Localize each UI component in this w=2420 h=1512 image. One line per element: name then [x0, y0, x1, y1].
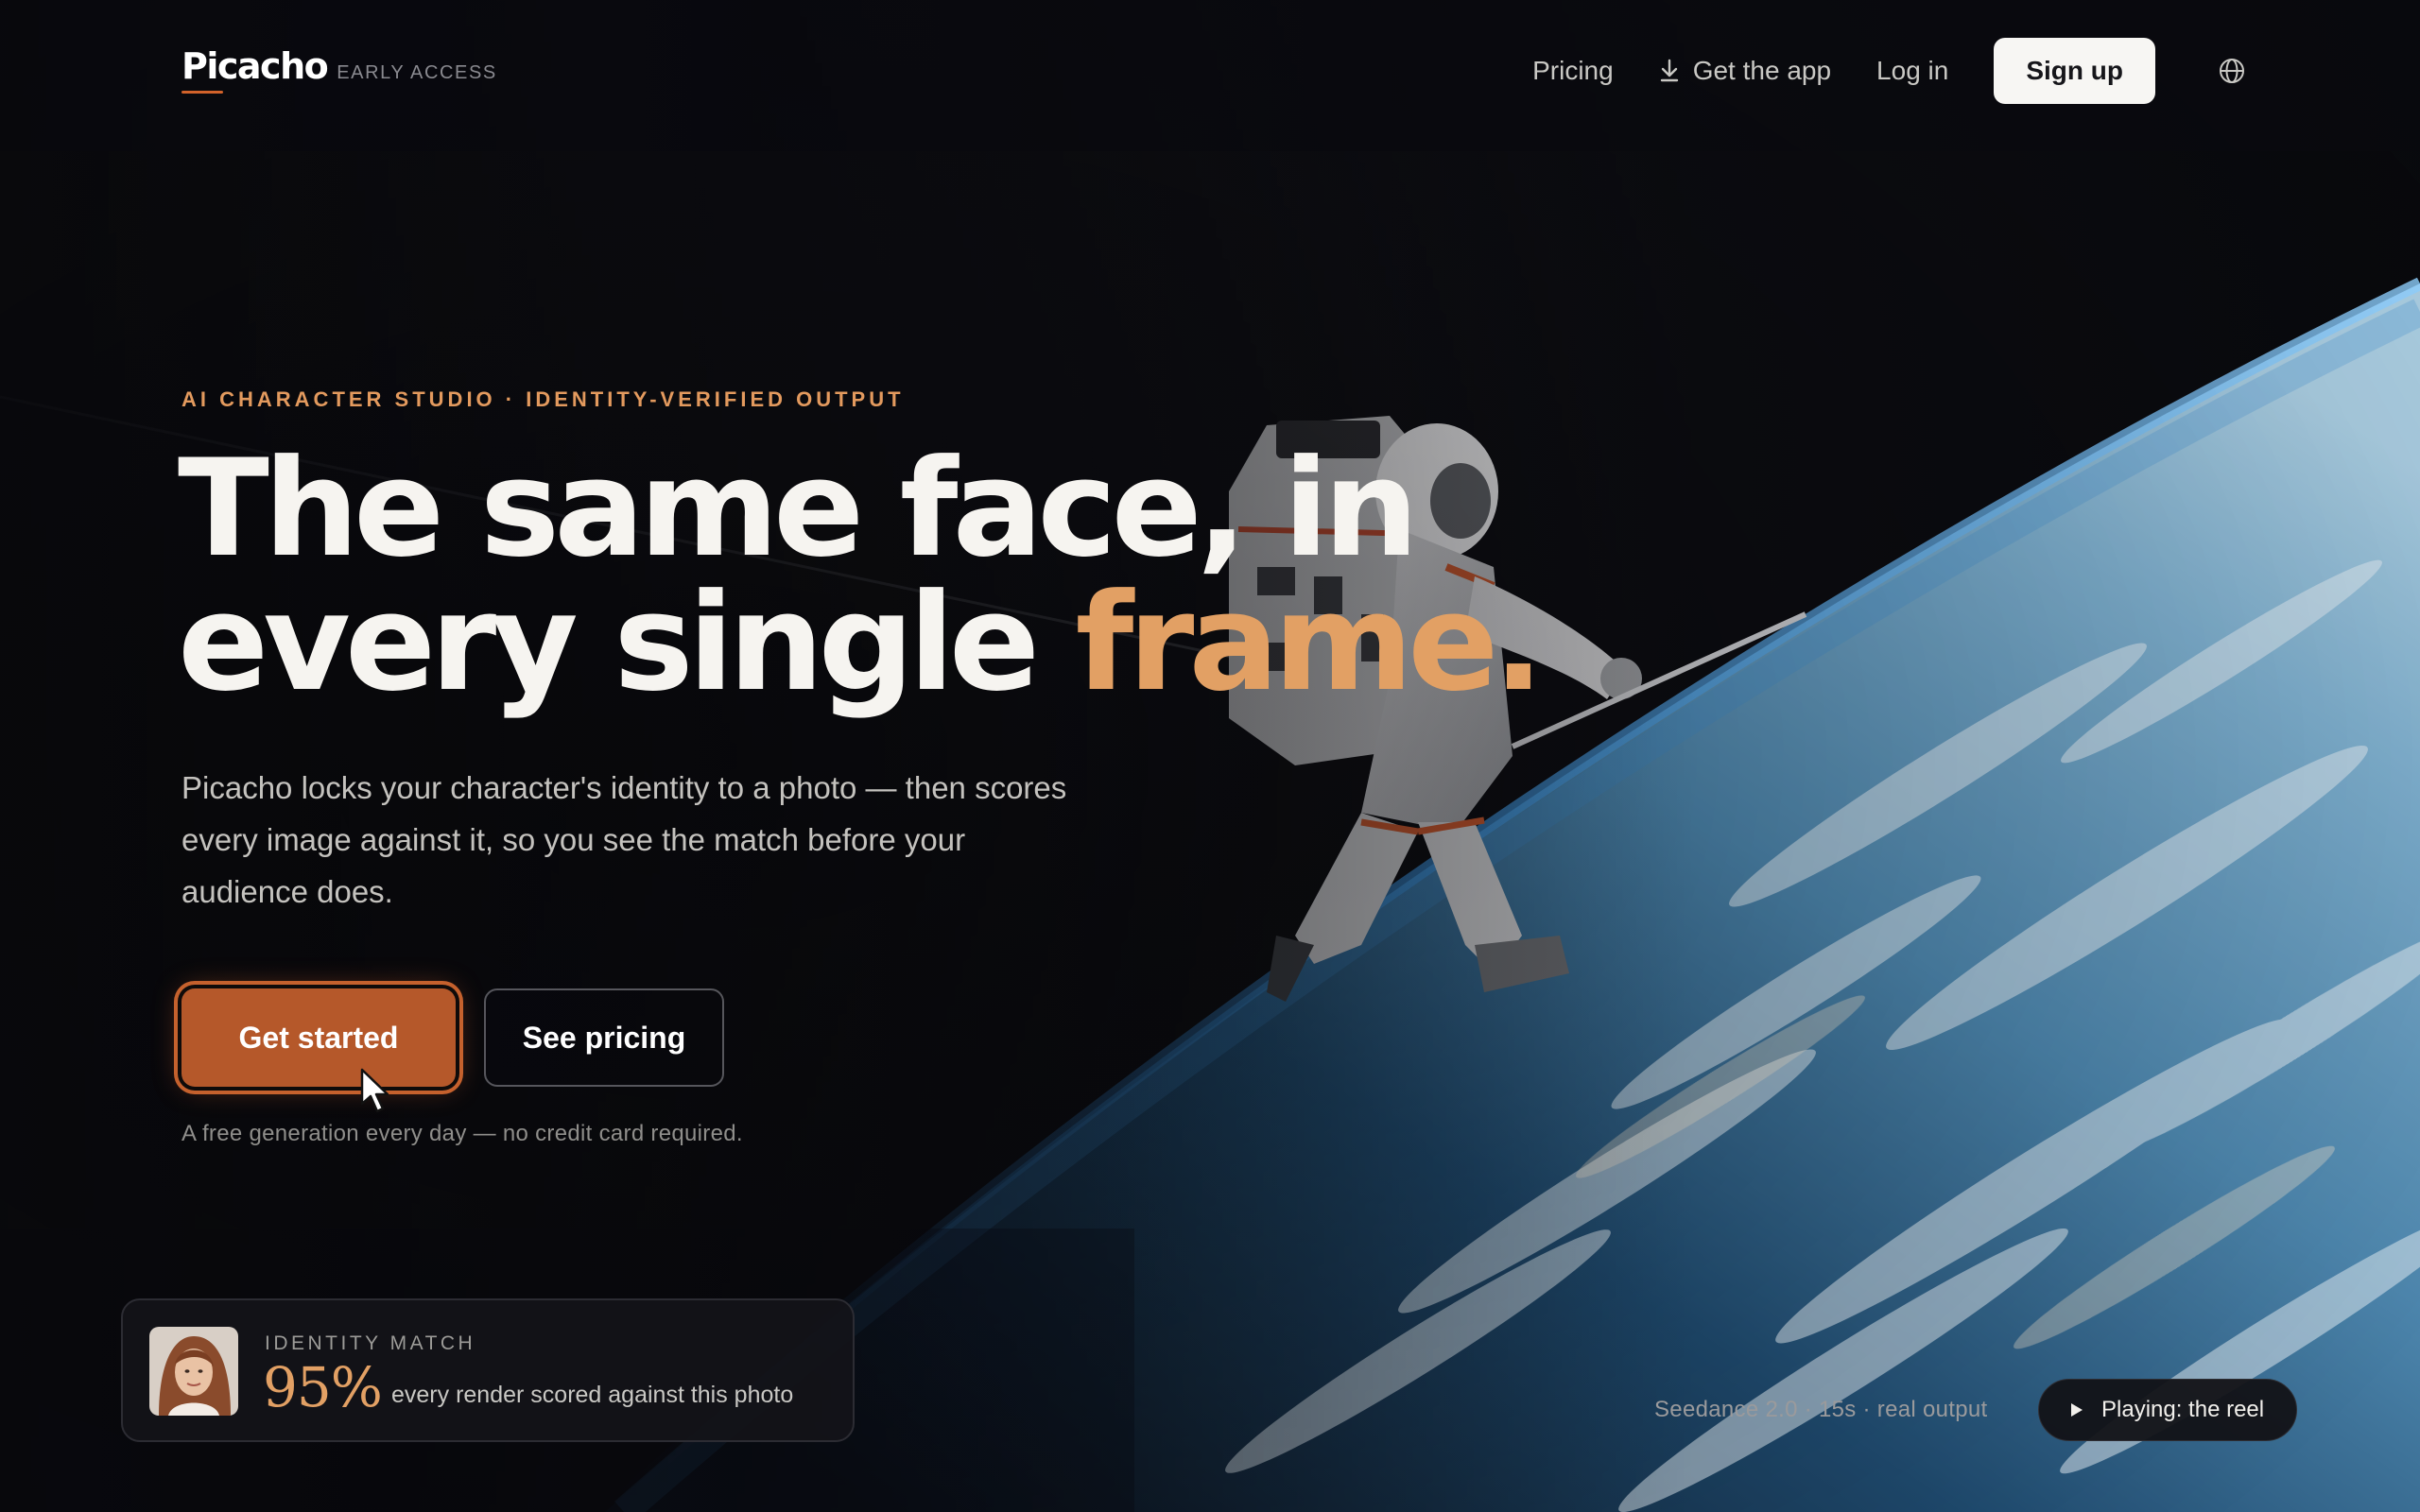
- hero-background-video: [0, 0, 2420, 1512]
- reel-metadata: Seedance 2.0 · 15s · real output: [1654, 1397, 1988, 1422]
- see-pricing-button[interactable]: See pricing: [484, 988, 724, 1087]
- globe-icon[interactable]: [2218, 57, 2246, 85]
- early-access-badge: EARLY ACCESS: [337, 62, 497, 83]
- brand-name: Picacho: [182, 45, 329, 87]
- nav-get-app-link[interactable]: Get the app: [1659, 56, 1831, 86]
- hero-eyebrow: AI CHARACTER STUDIO · IDENTITY-VERIFIED …: [182, 387, 905, 411]
- reel-playback-button[interactable]: Playing: the reel: [2038, 1379, 2297, 1441]
- reference-photo-image: [149, 1327, 238, 1416]
- play-icon: [2071, 1403, 2083, 1417]
- avatar: [149, 1327, 238, 1416]
- nav-login-label: Log in: [1876, 56, 1949, 85]
- nav-get-app-label: Get the app: [1692, 56, 1832, 85]
- reel-status-label: Playing: the reel: [2101, 1397, 2265, 1422]
- headline-line-2: every single: [178, 565, 1076, 721]
- nav-login-link[interactable]: Log in: [1876, 56, 1948, 86]
- brand-underline: [182, 91, 223, 94]
- get-started-label: Get started: [238, 1020, 399, 1055]
- identity-match-description: every render scored against this photo: [391, 1382, 794, 1408]
- headline-line-1: The same face, in: [178, 431, 1419, 587]
- signup-button[interactable]: Sign up: [1994, 38, 2155, 104]
- headline-accent-word: frame.: [1075, 565, 1545, 721]
- mouse-cursor-icon: [360, 1068, 389, 1113]
- hero-cta-row: Get started See pricing: [182, 988, 724, 1113]
- identity-match-card: IDENTITY MATCH 95% every render scored a…: [121, 1298, 855, 1442]
- identity-match-label: IDENTITY MATCH: [265, 1332, 476, 1354]
- nav-links: Pricing Get the app Log in Sign up: [1532, 38, 2246, 104]
- nav-pricing-link[interactable]: Pricing: [1532, 56, 1614, 86]
- hero-headline: The same face, in every single frame.: [178, 442, 1544, 711]
- identity-match-score: 95%: [263, 1355, 383, 1419]
- top-navigation: Picacho EARLY ACCESS Pricing Get the app…: [0, 0, 2420, 142]
- brand-logo[interactable]: Picacho EARLY ACCESS: [182, 45, 497, 94]
- free-generation-note: A free generation every day — no credit …: [182, 1121, 743, 1146]
- see-pricing-label: See pricing: [522, 1020, 686, 1055]
- download-icon: [1660, 59, 1678, 82]
- get-started-button[interactable]: Get started: [182, 988, 456, 1113]
- nav-pricing-label: Pricing: [1532, 56, 1614, 85]
- hero-subcopy: Picacho locks your character's identity …: [182, 770, 1067, 909]
